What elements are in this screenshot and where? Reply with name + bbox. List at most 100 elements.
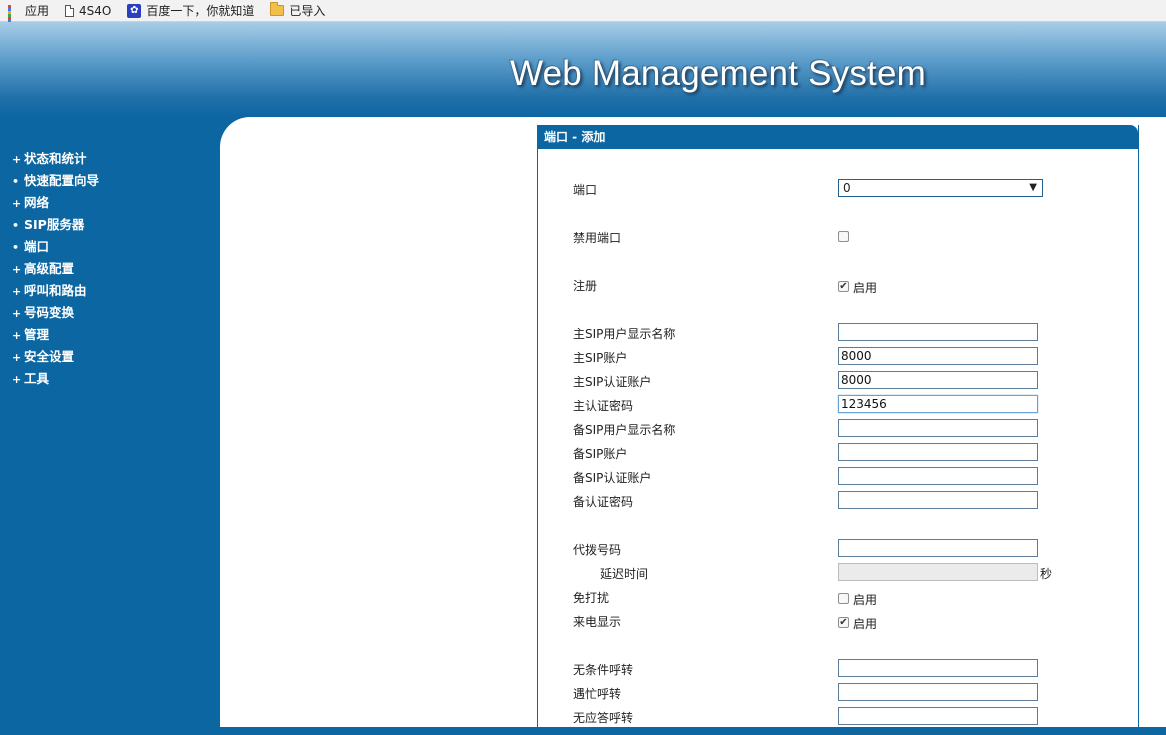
primary-account-label: 主SIP账户 [573, 351, 628, 365]
port-add-panel: 端口 - 添加 端口 0 ▼ 禁用端口 注册 ✔ 启用 主SIP用户显示名称 主… [537, 125, 1139, 735]
expand-icon: + [12, 373, 22, 386]
sidebar-item-label: 网络 [24, 195, 50, 210]
form-row-backup-auth-password: 备认证密码 [538, 491, 1138, 511]
sidebar-item-label: 快速配置向导 [24, 173, 100, 188]
sidebar-item-network[interactable]: + 网络 [0, 192, 220, 214]
bookmark-label: 已导入 [289, 4, 326, 18]
primary-auth-account-label: 主SIP认证账户 [573, 375, 652, 389]
cfnr-label: 无应答呼转 [573, 711, 634, 725]
register-enable-text: 启用 [853, 281, 878, 295]
expand-icon: + [12, 307, 22, 320]
primary-display-name-label: 主SIP用户显示名称 [573, 327, 676, 341]
expand-icon: + [12, 285, 22, 298]
caller-id-checkbox[interactable]: ✔ [838, 617, 849, 628]
proxy-number-label: 代拨号码 [573, 543, 622, 557]
sidebar-item-number-manipulation[interactable]: + 号码变换 [0, 302, 220, 324]
sidebar-item-status[interactable]: + 状态和统计 [0, 148, 220, 170]
sidebar-nav: + 状态和统计 • 快速配置向导 + 网络 • SIP服务器 • 端口 + 高级配置 + 呼叫… [0, 148, 220, 390]
bookmark-label: 百度一下，你就知道 [146, 4, 255, 18]
caller-id-label: 来电显示 [573, 615, 622, 629]
form-row-register: 注册 ✔ 启用 [538, 275, 1138, 295]
form-row-primary-account: 主SIP账户 [538, 347, 1138, 367]
backup-display-name-input[interactable] [838, 419, 1038, 437]
baidu-paw-icon: ✿ [127, 3, 142, 18]
form-row-proxy-number: 代拨号码 [538, 539, 1138, 559]
form-row-dnd: 免打扰 启用 [538, 587, 1138, 607]
bookmark-baidu[interactable]: ✿ 百度一下，你就知道 [127, 0, 254, 21]
port-select[interactable]: 0 ▼ [838, 179, 1043, 197]
sidebar-item-label: 号码变换 [24, 305, 75, 320]
cfnr-input[interactable] [838, 707, 1038, 725]
form-row-disable-port: 禁用端口 [538, 227, 1138, 247]
register-label: 注册 [573, 279, 598, 293]
dnd-enable-text: 启用 [853, 593, 878, 607]
expand-icon: + [12, 329, 22, 342]
expand-icon: + [12, 153, 22, 166]
header-banner: Web Management System [0, 22, 1166, 118]
delay-time-label: 延迟时间 [600, 567, 649, 581]
form-row-delay-time: 延迟时间 秒 [538, 563, 1138, 583]
primary-auth-account-input[interactable] [838, 371, 1038, 389]
apps-icon [8, 4, 20, 32]
sidebar-item-quick-setup[interactable]: • 快速配置向导 [0, 170, 220, 192]
sidebar-item-advanced[interactable]: + 高级配置 [0, 258, 220, 280]
backup-auth-account-input[interactable] [838, 467, 1038, 485]
form-row-cfb: 遇忙呼转 [538, 683, 1138, 703]
sidebar-item-security[interactable]: + 安全设置 [0, 346, 220, 368]
dnd-toggle: 启用 [838, 589, 878, 607]
bookmark-label: 应用 [25, 4, 50, 18]
form-row-caller-id: 来电显示 ✔ 启用 [538, 611, 1138, 631]
caller-id-enable-text: 启用 [853, 617, 878, 631]
backup-display-name-label: 备SIP用户显示名称 [573, 423, 676, 437]
form-row-backup-auth-account: 备SIP认证账户 [538, 467, 1138, 487]
backup-account-label: 备SIP账户 [573, 447, 628, 461]
backup-auth-password-label: 备认证密码 [573, 495, 634, 509]
bookmark-label: 4S4O [79, 3, 112, 18]
form-row-primary-display-name: 主SIP用户显示名称 [538, 323, 1138, 343]
primary-auth-password-input[interactable] [838, 395, 1038, 413]
caller-id-toggle: ✔ 启用 [838, 613, 878, 631]
sidebar-item-sip-server[interactable]: • SIP服务器 [0, 214, 220, 236]
port-select-value: 0 [843, 181, 851, 195]
bookmark-4s4o[interactable]: 4S4O [65, 0, 111, 21]
content-area: 端口 - 添加 端口 0 ▼ 禁用端口 注册 ✔ 启用 主SIP用户显示名称 主… [220, 117, 1166, 735]
cfb-label: 遇忙呼转 [573, 687, 622, 701]
backup-auth-password-input[interactable] [838, 491, 1038, 509]
sidebar-item-label: 端口 [24, 239, 50, 254]
disable-port-toggle [838, 229, 849, 243]
form-row-cfu: 无条件呼转 [538, 659, 1138, 679]
sidebar-item-call-routing[interactable]: + 呼叫和路由 [0, 280, 220, 302]
dropdown-arrow-icon: ▼ [1029, 182, 1037, 193]
sidebar-item-label: 管理 [24, 327, 50, 342]
expand-icon: + [12, 263, 22, 276]
expand-icon: + [12, 351, 22, 364]
cfb-input[interactable] [838, 683, 1038, 701]
sidebar-item-label: 高级配置 [24, 261, 75, 276]
page-icon [65, 4, 75, 17]
cfu-input[interactable] [838, 659, 1038, 677]
primary-auth-password-label: 主认证密码 [573, 399, 634, 413]
form-row-cfnr: 无应答呼转 [538, 707, 1138, 727]
register-toggle: ✔ 启用 [838, 277, 878, 295]
sidebar-item-management[interactable]: + 管理 [0, 324, 220, 346]
form-row-backup-display-name: 备SIP用户显示名称 [538, 419, 1138, 439]
dnd-label: 免打扰 [573, 591, 610, 605]
disable-port-label: 禁用端口 [573, 231, 622, 245]
dnd-checkbox[interactable] [838, 593, 849, 604]
proxy-number-input[interactable] [838, 539, 1038, 557]
primary-account-input[interactable] [838, 347, 1038, 365]
sidebar-item-label: 工具 [24, 371, 50, 386]
sidebar-item-label: 呼叫和路由 [24, 283, 87, 298]
sidebar-item-label: 安全设置 [24, 349, 75, 364]
bookmarks-bar: 应用 4S4O ✿ 百度一下，你就知道 已导入 [0, 0, 1166, 32]
sidebar-item-port[interactable]: • 端口 [0, 236, 220, 258]
bookmark-imported[interactable]: 已导入 [270, 0, 325, 21]
disable-port-checkbox[interactable] [838, 231, 849, 242]
sidebar-item-tools[interactable]: + 工具 [0, 368, 220, 390]
register-checkbox[interactable]: ✔ [838, 281, 849, 292]
backup-account-input[interactable] [838, 443, 1038, 461]
bookmark-apps[interactable]: 应用 [8, 0, 50, 32]
panel-title: 端口 - 添加 [538, 125, 1138, 149]
primary-display-name-input[interactable] [838, 323, 1038, 341]
bullet-icon: • [12, 175, 20, 188]
